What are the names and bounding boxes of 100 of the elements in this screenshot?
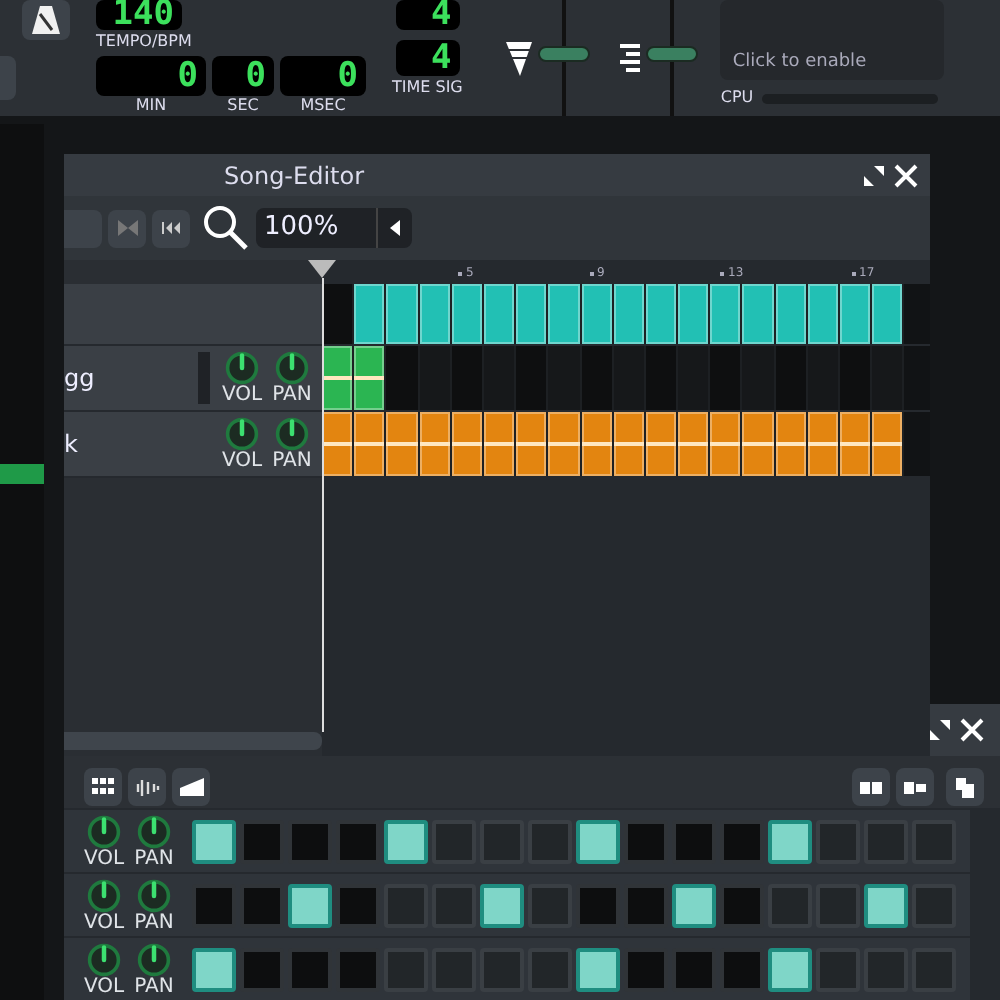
level-bar xyxy=(0,464,44,484)
maximize-icon[interactable] xyxy=(862,163,886,187)
clip-block[interactable] xyxy=(322,346,355,410)
knob-label: VOL xyxy=(221,452,263,472)
step-button[interactable] xyxy=(576,947,620,991)
knob-label: PAN xyxy=(134,913,174,933)
slider-track[interactable] xyxy=(646,0,699,116)
clip-block[interactable] xyxy=(872,412,905,476)
clip-block[interactable] xyxy=(354,346,387,410)
clip-block[interactable] xyxy=(419,412,452,476)
knob-icon[interactable] xyxy=(274,416,310,452)
clip-block[interactable] xyxy=(678,284,711,344)
grid-button[interactable] xyxy=(84,768,122,806)
clip-block[interactable] xyxy=(678,412,711,476)
blocks-icon xyxy=(860,781,882,793)
clip-block[interactable] xyxy=(483,284,517,344)
clip-block[interactable] xyxy=(419,284,452,344)
clip-block[interactable] xyxy=(483,412,517,476)
step-button[interactable] xyxy=(768,819,812,863)
zoom-field[interactable]: 100% xyxy=(256,208,376,248)
clip-block[interactable] xyxy=(613,284,646,344)
step-button[interactable] xyxy=(576,819,620,863)
tempo-label: TEMPO/BPM xyxy=(96,30,192,52)
clip-block[interactable] xyxy=(516,284,549,344)
step-button[interactable] xyxy=(288,883,332,927)
step-button[interactable] xyxy=(192,819,236,863)
dropdown-button[interactable] xyxy=(376,208,412,248)
clip-block[interactable] xyxy=(354,412,387,476)
slider-handle[interactable] xyxy=(538,45,591,61)
knob-icon[interactable] xyxy=(136,877,172,913)
step-button[interactable] xyxy=(480,883,524,927)
clip-block[interactable] xyxy=(872,284,905,344)
knob-icon[interactable] xyxy=(86,941,122,977)
knob-icon[interactable] xyxy=(274,350,310,386)
time-label: MSEC xyxy=(300,96,346,116)
clip-block[interactable] xyxy=(775,412,808,476)
clip-block[interactable] xyxy=(451,412,484,476)
step-button[interactable] xyxy=(192,947,236,991)
track-name: gg xyxy=(64,362,95,396)
clip-block[interactable] xyxy=(840,284,873,344)
maximize-icon[interactable] xyxy=(928,718,952,742)
rewind-button[interactable] xyxy=(152,209,190,247)
clip-block[interactable] xyxy=(548,412,581,476)
knob-icon[interactable] xyxy=(224,350,260,386)
metronome-button[interactable] xyxy=(22,0,70,40)
lcd-display: 0 xyxy=(96,56,206,96)
close-icon[interactable] xyxy=(894,163,918,187)
tick-mark xyxy=(458,271,462,275)
clone-button[interactable] xyxy=(946,768,984,806)
close-icon[interactable] xyxy=(960,718,984,742)
slider-track[interactable] xyxy=(538,0,591,116)
cpu-graph[interactable]: Click to enable xyxy=(720,0,945,80)
clip-block[interactable] xyxy=(710,412,743,476)
clip-block[interactable] xyxy=(742,412,776,476)
clip-block[interactable] xyxy=(645,412,679,476)
time-sig-label: TIME SIG xyxy=(392,76,463,100)
step-button[interactable] xyxy=(384,819,428,863)
step-button[interactable] xyxy=(768,947,812,991)
clip-block[interactable] xyxy=(613,412,646,476)
knob-icon[interactable] xyxy=(86,877,122,913)
clip-block[interactable] xyxy=(451,284,484,344)
clip-block[interactable] xyxy=(322,412,355,476)
knob-label: PAN xyxy=(134,977,174,997)
meter-bar xyxy=(198,352,210,404)
time-label: MIN xyxy=(135,96,167,116)
playhead[interactable] xyxy=(308,260,336,732)
mixer-button[interactable] xyxy=(128,768,166,806)
view-button[interactable] xyxy=(896,768,934,806)
clip-block[interactable] xyxy=(386,412,420,476)
knob-icon[interactable] xyxy=(86,813,122,849)
lcd-display: 0 xyxy=(280,56,366,96)
clip-block[interactable] xyxy=(516,412,549,476)
knob-icon[interactable] xyxy=(224,416,260,452)
lcd-display: 0 xyxy=(212,56,274,96)
step-button[interactable] xyxy=(672,883,716,927)
add-button[interactable] xyxy=(172,768,210,806)
scrollbar-thumb[interactable] xyxy=(64,732,322,750)
copy-icon xyxy=(956,777,974,797)
clip-block[interactable] xyxy=(807,412,840,476)
clip-block[interactable] xyxy=(581,412,614,476)
slider-handle[interactable] xyxy=(646,45,699,61)
view-button[interactable] xyxy=(852,768,890,806)
clip-block[interactable] xyxy=(645,284,679,344)
clip-block[interactable] xyxy=(548,284,581,344)
clip-block[interactable] xyxy=(581,284,614,344)
clip-block[interactable] xyxy=(354,284,387,344)
clip-block[interactable] xyxy=(710,284,743,344)
clip-block[interactable] xyxy=(807,284,840,344)
step-button[interactable] xyxy=(864,883,908,927)
clip-block[interactable] xyxy=(840,412,873,476)
clip-block[interactable] xyxy=(742,284,776,344)
caret-icon xyxy=(390,220,400,236)
pitch-icon xyxy=(620,43,641,73)
knob-icon[interactable] xyxy=(136,941,172,977)
clip-block[interactable] xyxy=(386,284,420,344)
bowtie-icon xyxy=(117,220,137,236)
volume-icon xyxy=(506,41,533,75)
clip-block[interactable] xyxy=(775,284,808,344)
knob-icon[interactable] xyxy=(136,813,172,849)
blocks-icon xyxy=(904,781,926,793)
